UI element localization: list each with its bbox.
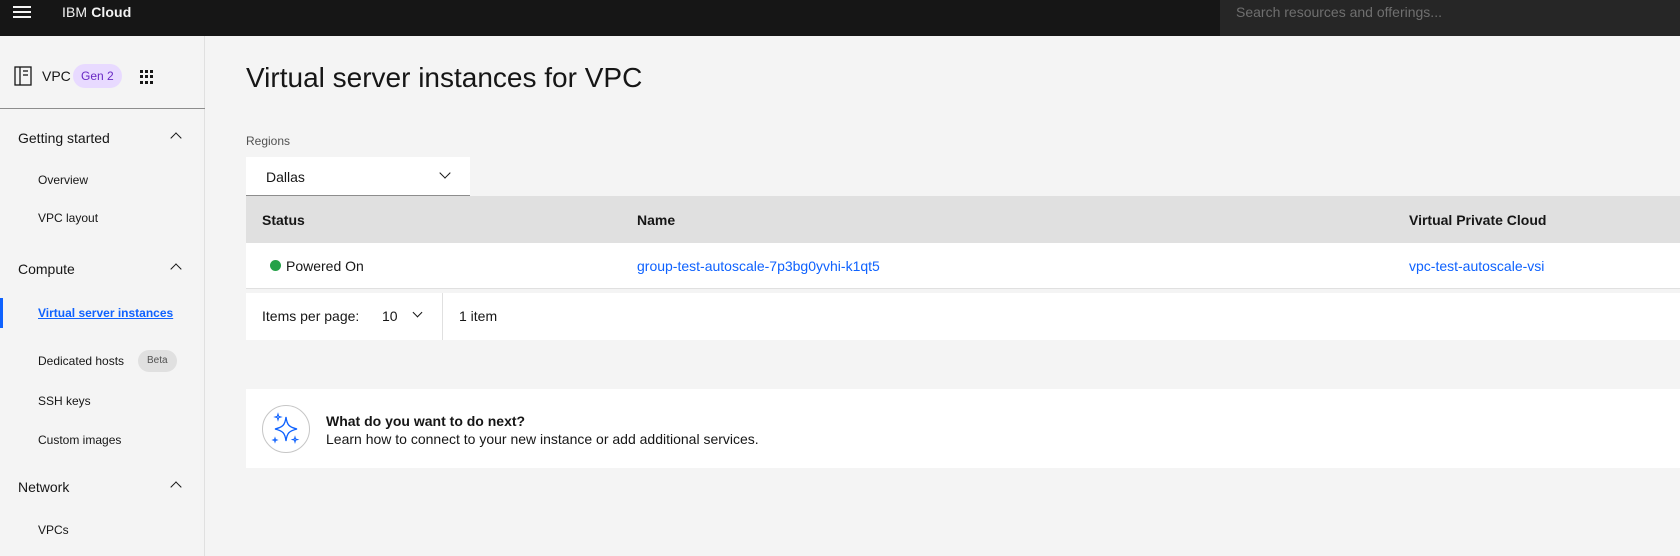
- table-header: Status Name Virtual Private Cloud: [246, 196, 1680, 243]
- sidebar-item-overview[interactable]: Overview: [0, 165, 205, 195]
- chevron-down-icon: [412, 307, 423, 318]
- sidebar-item-ssh-keys[interactable]: SSH keys: [0, 386, 205, 416]
- pager-divider: [442, 293, 443, 340]
- top-nav-bar: IBM Cloud: [0, 0, 1680, 36]
- chevron-down-icon: [439, 167, 451, 179]
- sidebar-item-virtual-server-instances[interactable]: Virtual server instances: [0, 298, 205, 328]
- beta-badge: Beta: [138, 350, 177, 372]
- sidebar: VPC Gen 2 Getting started Overview VPC l…: [0, 36, 205, 556]
- column-header-name[interactable]: Name: [637, 212, 675, 228]
- items-per-page-label: Items per page:: [262, 308, 360, 324]
- chevron-up-icon: [170, 263, 182, 275]
- global-search: [1220, 0, 1680, 36]
- sidebar-item-label: SSH keys: [38, 394, 91, 408]
- sidebar-item-label: VPCs: [38, 523, 69, 537]
- sidebar-item-vpc-layout[interactable]: VPC layout: [0, 203, 205, 233]
- sidebar-item-custom-images[interactable]: Custom images: [0, 425, 205, 455]
- table-row[interactable]: Powered On group-test-autoscale-7p3bg0yv…: [246, 243, 1680, 289]
- sparkle-icon: [262, 405, 310, 453]
- region-value: Dallas: [266, 169, 305, 185]
- next-steps-title: What do you want to do next?: [326, 413, 526, 429]
- active-indicator: [0, 298, 3, 328]
- instances-table: Status Name Virtual Private Cloud Powere…: [246, 196, 1680, 289]
- sidebar-item-label: Overview: [38, 173, 89, 187]
- next-steps-description: Learn how to connect to your new instanc…: [326, 431, 759, 447]
- sidebar-item-label: VPC layout: [38, 211, 99, 225]
- vpc-link[interactable]: vpc-test-autoscale-vsi: [1409, 258, 1544, 274]
- column-header-vpc[interactable]: Virtual Private Cloud: [1409, 212, 1546, 228]
- sidebar-section-network[interactable]: Network: [0, 472, 205, 502]
- column-header-status[interactable]: Status: [262, 212, 305, 228]
- sidebar-item-label: Virtual server instances: [38, 306, 174, 320]
- sidebar-item-vpcs[interactable]: VPCs: [0, 515, 205, 545]
- sidebar-section-getting-started[interactable]: Getting started: [0, 123, 205, 153]
- sidebar-item-label: Dedicated hosts: [38, 354, 125, 368]
- sidebar-header: VPC Gen 2: [0, 36, 205, 109]
- pagination: Items per page: 10 1 item: [246, 293, 1680, 340]
- item-count: 1 item: [459, 308, 498, 324]
- section-label: Getting started: [18, 130, 110, 146]
- brand-logo[interactable]: IBM Cloud: [62, 4, 131, 20]
- next-steps-card[interactable]: What do you want to do next? Learn how t…: [246, 389, 1680, 468]
- app-switcher-icon[interactable]: [140, 70, 154, 84]
- chevron-up-icon: [170, 481, 182, 493]
- brand-suffix: Cloud: [91, 4, 132, 20]
- brand-prefix: IBM: [62, 4, 88, 20]
- items-per-page-value: 10: [382, 308, 398, 324]
- status-text: Powered On: [286, 258, 364, 274]
- section-label: Network: [18, 479, 70, 495]
- sidebar-item-dedicated-hosts[interactable]: Dedicated hosts Beta: [0, 346, 205, 376]
- menu-icon[interactable]: [10, 0, 34, 24]
- status-on-icon: [270, 260, 281, 271]
- search-input[interactable]: [1220, 0, 1680, 36]
- sidebar-item-label: Custom images: [38, 433, 122, 447]
- sidebar-title: VPC: [42, 68, 71, 84]
- sidebar-section-compute[interactable]: Compute: [0, 254, 205, 284]
- section-label: Compute: [18, 261, 75, 277]
- gen-badge: Gen 2: [73, 64, 122, 88]
- items-per-page-select[interactable]: 10: [372, 293, 442, 340]
- chevron-up-icon: [170, 132, 182, 144]
- page-title: Virtual server instances for VPC: [246, 62, 643, 93]
- vpc-doc-icon: [14, 66, 32, 86]
- instance-name-link[interactable]: group-test-autoscale-7p3bg0yvhi-k1qt5: [637, 258, 880, 274]
- regions-label: Regions: [246, 134, 291, 148]
- region-dropdown[interactable]: Dallas: [246, 157, 470, 196]
